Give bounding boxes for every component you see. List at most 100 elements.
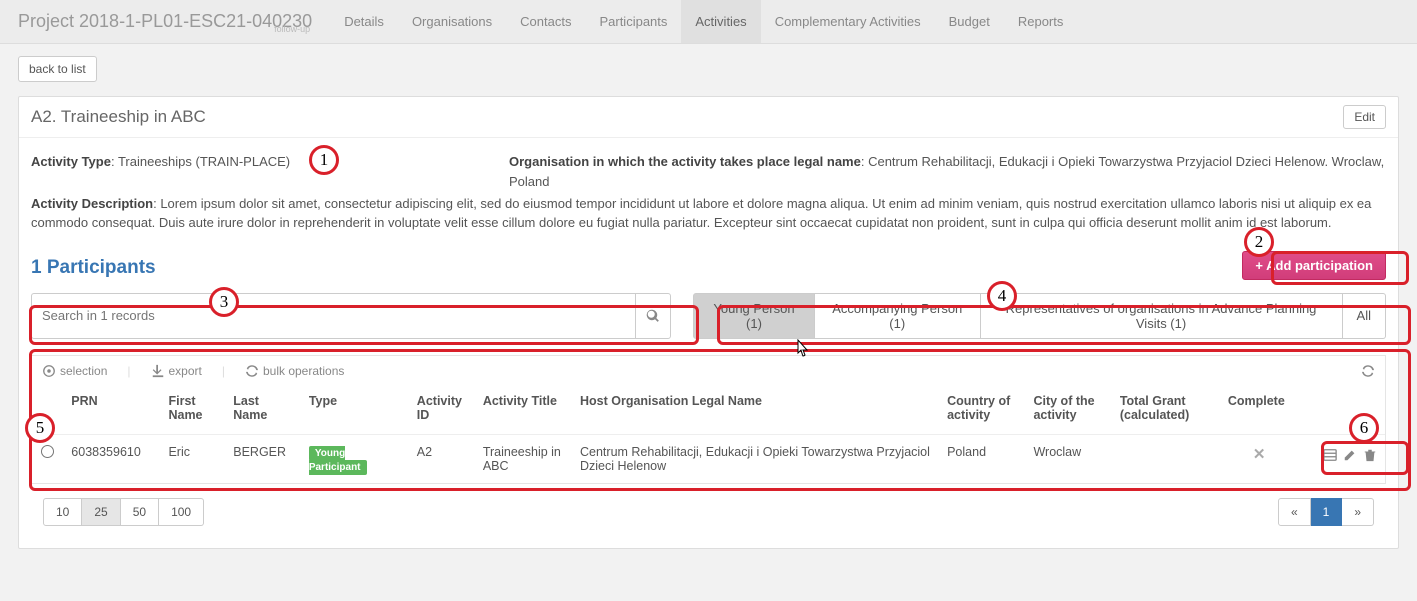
nav-tab-organisations[interactable]: Organisations — [398, 0, 506, 43]
view-icon[interactable] — [1323, 445, 1337, 461]
cell-type: Young Participant — [301, 435, 409, 484]
nav-tab-details[interactable]: Details — [330, 0, 398, 43]
type-badge: Young Participant — [309, 446, 367, 475]
bulk-label: bulk operations — [263, 364, 344, 378]
project-title-text: Project 2018-1-PL01-ESC21-040230 — [18, 11, 312, 31]
participants-table: PRNFirst NameLast NameTypeActivity IDAct… — [32, 386, 1385, 483]
edit-icon[interactable] — [1343, 445, 1357, 461]
nav-tab-activities[interactable]: Activities — [681, 0, 760, 43]
refresh-button[interactable] — [1361, 364, 1375, 379]
col-header[interactable]: Activity ID — [409, 386, 475, 435]
activity-panel: A2. Traineeship in ABC Edit Activity Typ… — [18, 96, 1399, 549]
activity-info-block: Activity Type: Traineeships (TRAIN-PLACE… — [19, 138, 1398, 257]
activity-org-label: Organisation in which the activity takes… — [509, 154, 861, 169]
search-group — [31, 293, 671, 339]
refresh-icon — [1361, 364, 1375, 378]
table-body: 6038359610EricBERGER Young Participant A2T… — [32, 435, 1385, 484]
nav-tab-participants[interactable]: Participants — [585, 0, 681, 43]
filter-all[interactable]: All — [1343, 293, 1386, 339]
col-header[interactable]: PRN — [63, 386, 160, 435]
cell-first-name: Eric — [160, 435, 225, 484]
table-wrap: PRNFirst NameLast NameTypeActivity IDAct… — [31, 386, 1386, 484]
activity-desc-value: Lorem ipsum dolor sit amet, consectetur … — [31, 196, 1371, 231]
delete-icon[interactable] — [1363, 445, 1377, 461]
search-input[interactable] — [31, 293, 635, 339]
cell-activity-title: Traineeship in ABC — [475, 435, 572, 484]
activity-org-row: Organisation in which the activity takes… — [509, 152, 1386, 191]
top-navbar: Project 2018-1-PL01-ESC21-040230 follow-… — [0, 0, 1417, 44]
nav-tab-reports[interactable]: Reports — [1004, 0, 1078, 43]
cursor-pointer-icon — [793, 339, 809, 361]
col-header[interactable]: Activity Title — [475, 386, 572, 435]
page-size-10[interactable]: 10 — [43, 498, 82, 526]
cell-activity-id: A2 — [409, 435, 475, 484]
filter-representatives-of-organisations-in-advance-planning-visits-1-[interactable]: Representatives of organisations in Adva… — [981, 293, 1343, 339]
separator: | — [127, 364, 130, 378]
nav-tab-complementary-activities[interactable]: Complementary Activities — [761, 0, 935, 43]
activity-desc-row: Activity Description: Lorem ipsum dolor … — [31, 194, 1386, 233]
prev-page-button[interactable]: « — [1278, 498, 1311, 526]
col-header[interactable]: Host Organisation Legal Name — [572, 386, 939, 435]
nav-tab-budget[interactable]: Budget — [935, 0, 1004, 43]
cell-complete: ✕ — [1220, 435, 1299, 484]
export-tool[interactable]: export — [151, 364, 202, 378]
callout-4: 4 — [987, 281, 1017, 311]
cell-prn: 6038359610 — [63, 435, 160, 484]
row-actions — [1299, 435, 1385, 484]
cell-city: Wroclaw — [1025, 435, 1111, 484]
row-select-radio[interactable] — [41, 445, 54, 458]
callout-1: 1 — [309, 145, 339, 175]
refresh-icon — [245, 364, 259, 378]
target-icon — [42, 364, 56, 378]
pagination-row: 102550100 « 1 » — [19, 484, 1398, 548]
cell-last-name: BERGER — [225, 435, 301, 484]
activity-type-label: Activity Type — [31, 154, 111, 169]
next-page-button[interactable]: » — [1342, 498, 1374, 526]
page-size-100[interactable]: 100 — [159, 498, 204, 526]
edit-button[interactable]: Edit — [1343, 105, 1386, 129]
download-icon — [151, 364, 165, 378]
col-header[interactable]: Last Name — [225, 386, 301, 435]
cell-country: Poland — [939, 435, 1025, 484]
participants-heading: 1 Participants — [19, 257, 1398, 279]
activity-type-value: Traineeships (TRAIN-PLACE) — [118, 154, 290, 169]
back-to-list-button[interactable]: back to list — [18, 56, 97, 82]
col-header[interactable]: Total Grant (calculated) — [1112, 386, 1220, 435]
nav-tabs: DetailsOrganisationsContactsParticipants… — [330, 0, 1077, 43]
bulk-tool[interactable]: bulk operations — [245, 364, 344, 378]
col-header[interactable]: Type — [301, 386, 409, 435]
col-header[interactable]: City of the activity — [1025, 386, 1111, 435]
col-header[interactable]: Complete — [1220, 386, 1299, 435]
selection-label: selection — [60, 364, 107, 378]
filter-young-person-1-[interactable]: Young Person (1) — [693, 293, 815, 339]
page-size-50[interactable]: 50 — [121, 498, 159, 526]
table-row: 6038359610EricBERGER Young Participant A2T… — [32, 435, 1385, 484]
current-page-button[interactable]: 1 — [1311, 498, 1343, 526]
project-title: Project 2018-1-PL01-ESC21-040230 follow-… — [18, 11, 312, 32]
page-body: back to list A2. Traineeship in ABC Edit… — [0, 44, 1417, 561]
project-subtitle: follow-up — [274, 24, 310, 34]
nav-tab-contacts[interactable]: Contacts — [506, 0, 585, 43]
table-toolbar: selection | export | bulk operations — [31, 355, 1386, 387]
cell-host-org: Centrum Rehabilitacji, Edukacji i Opieki… — [572, 435, 939, 484]
search-icon — [646, 309, 660, 323]
page-nav-group: « 1 » — [1278, 498, 1374, 526]
callout-2: 2 — [1244, 227, 1274, 257]
search-button[interactable] — [635, 293, 671, 339]
callout-6: 6 — [1349, 413, 1379, 443]
col-header[interactable]: Country of activity — [939, 386, 1025, 435]
page-size-group: 102550100 — [43, 498, 204, 526]
callout-5: 5 — [25, 413, 55, 443]
callout-3: 3 — [209, 287, 239, 317]
col-header[interactable]: First Name — [160, 386, 225, 435]
panel-header: A2. Traineeship in ABC Edit — [19, 97, 1398, 138]
table-header-row: PRNFirst NameLast NameTypeActivity IDAct… — [32, 386, 1385, 435]
separator: | — [222, 364, 225, 378]
filter-toggle-group: Young Person (1)Accompanying Person (1)R… — [693, 293, 1386, 339]
activity-desc-label: Activity Description — [31, 196, 153, 211]
selection-tool[interactable]: selection — [42, 364, 107, 378]
cell-total-grant — [1112, 435, 1220, 484]
filter-accompanying-person-1-[interactable]: Accompanying Person (1) — [815, 293, 981, 339]
activity-title: A2. Traineeship in ABC — [31, 107, 206, 127]
page-size-25[interactable]: 25 — [82, 498, 120, 526]
